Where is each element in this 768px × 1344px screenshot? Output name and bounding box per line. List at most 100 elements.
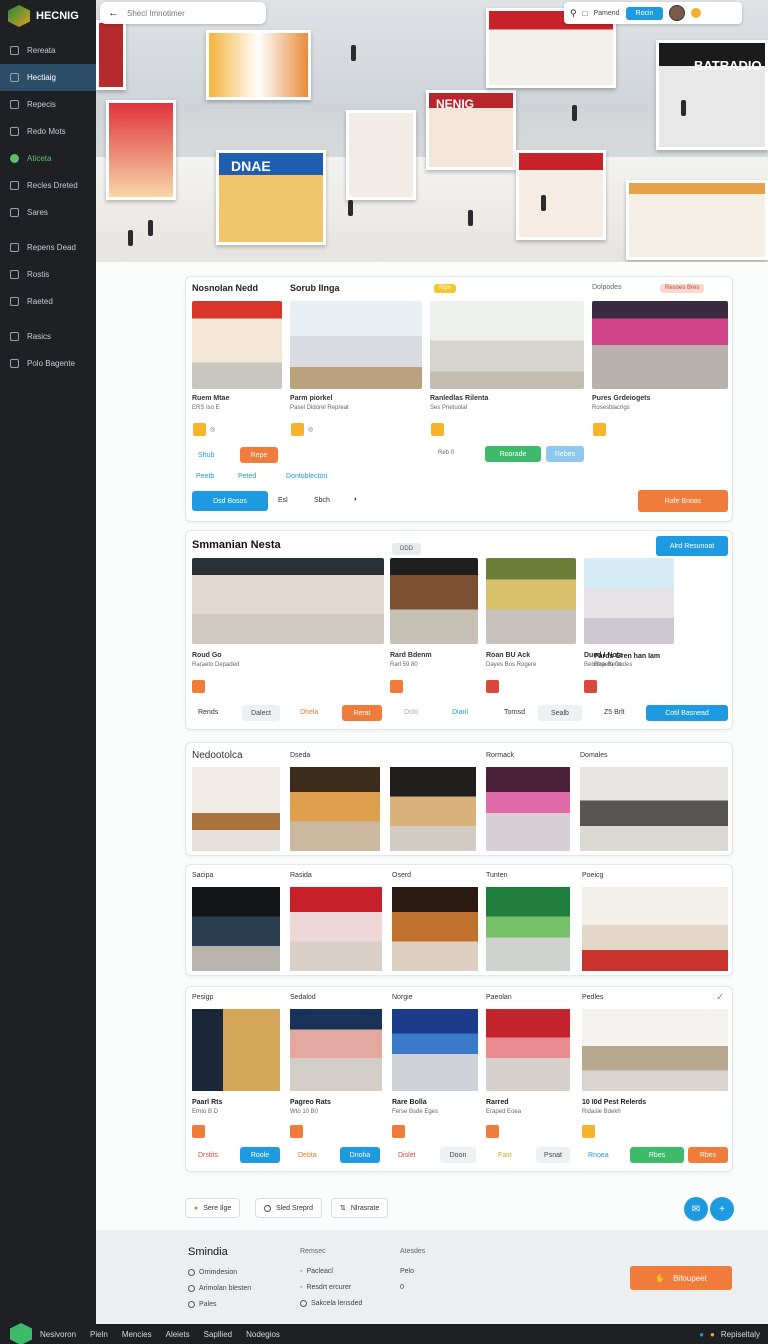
footer-link[interactable]: Pales <box>188 1296 251 1312</box>
row-action[interactable]: Z5 Brlt <box>604 709 625 716</box>
sidebar-item-4[interactable]: Aticeta <box>0 145 96 172</box>
filter-link[interactable]: Dontoblecton <box>286 473 327 480</box>
row-action[interactable]: Dianl <box>452 709 468 716</box>
gallery-thumbnail[interactable] <box>290 887 382 971</box>
card-action-button[interactable]: Rebes <box>546 446 584 462</box>
sidebar-item-6[interactable]: Sares <box>0 199 96 226</box>
row-action[interactable]: Dalect <box>242 705 280 721</box>
footer-link[interactable]: Orrimdesion <box>188 1264 251 1280</box>
gallery-thumbnail[interactable] <box>486 767 570 851</box>
filter-link[interactable]: Peetb <box>196 473 214 480</box>
store-card[interactable]: Dued I Nota Bebotse Bene <box>584 558 674 693</box>
featured-card[interactable]: Dolpodes Resoes Bres Pures Grdeiogets Ro… <box>592 281 730 461</box>
bottom-item[interactable]: Nodegios <box>246 1330 280 1339</box>
sidebar-item-1[interactable]: Hectiaig <box>0 64 96 91</box>
warning-icon[interactable]: ● <box>710 1330 715 1339</box>
gallery-thumbnail[interactable] <box>290 1009 382 1091</box>
row-action[interactable]: Doon <box>440 1147 476 1163</box>
row-action[interactable]: Sealb <box>538 705 582 721</box>
footer-link[interactable]: Sakcela lensded <box>300 1295 362 1311</box>
row-action[interactable]: Dhela <box>300 709 318 716</box>
pager-button[interactable]: Sled Sreprd <box>255 1198 322 1218</box>
back-arrow-icon[interactable]: ← <box>108 7 119 19</box>
pager-button[interactable]: ● Sere Ilge <box>185 1198 241 1218</box>
bottom-item[interactable]: Aleiets <box>166 1330 190 1339</box>
row-action[interactable]: Drstits <box>198 1152 218 1159</box>
section2-button[interactable]: Alrd Resunoat <box>656 536 728 556</box>
expand-icon[interactable]: ✓ <box>716 992 724 1003</box>
filter-link[interactable]: Peted <box>238 473 256 480</box>
primary-button[interactable]: Dsd Bosos <box>192 491 268 511</box>
gallery-thumbnail[interactable] <box>192 1009 280 1091</box>
topbar-search-label[interactable]: Pamend <box>593 10 619 17</box>
row-action[interactable]: Rbes <box>688 1147 728 1163</box>
card-action-button[interactable]: Repe <box>240 447 278 463</box>
chat-icon[interactable]: ✉ <box>684 1197 708 1221</box>
sidebar-item-7[interactable]: Repens Dead <box>0 234 96 261</box>
search-icon[interactable]: ⚲ <box>570 8 577 19</box>
row-action[interactable]: Debta <box>298 1152 317 1159</box>
featured-card[interactable]: Sorub Ilnga Parm piorkel Pasel Didorel R… <box>290 281 424 461</box>
settings-link[interactable]: Sbch <box>314 497 330 504</box>
gallery-thumbnail[interactable] <box>582 887 728 971</box>
sidebar-item-5[interactable]: Recles Dreted <box>0 172 96 199</box>
gallery-thumbnail[interactable] <box>290 767 380 851</box>
sidebar-item-0[interactable]: Rereata <box>0 37 96 64</box>
gallery-thumbnail[interactable] <box>192 887 280 971</box>
row-action[interactable]: Cotil Basnead <box>646 705 728 721</box>
row-action[interactable]: Roole <box>240 1147 280 1163</box>
footer-link[interactable]: 0 <box>400 1279 425 1295</box>
card-action-button[interactable]: Roorade <box>485 446 541 462</box>
store-card[interactable]: Roud Go Raraeto Depaded <box>192 558 384 693</box>
gallery-thumbnail[interactable] <box>192 767 280 851</box>
footer-link[interactable]: ◦ Pacleacl <box>300 1263 362 1279</box>
store-card[interactable]: Roan BU Ack Dayes Bos Rogere <box>486 558 576 693</box>
footer-link[interactable]: Pelo <box>400 1263 425 1279</box>
add-icon[interactable]: + <box>710 1197 734 1221</box>
footer-link[interactable]: ◦ Resdrt ercurer <box>300 1279 362 1295</box>
gallery-thumbnail[interactable] <box>390 767 476 851</box>
row-action[interactable]: Dolo <box>404 709 418 716</box>
featured-card[interactable]: Ripe Ranledlas Rilenta Ses Pnetuolal Reb… <box>430 281 586 462</box>
row-action[interactable]: Rerat <box>342 705 382 721</box>
app-logo[interactable]: HECNIG <box>0 0 96 32</box>
row-action[interactable]: Rnoea <box>588 1152 609 1159</box>
sidebar-item-9[interactable]: Raeted <box>0 288 96 315</box>
card-link-button[interactable]: Shub <box>192 447 220 463</box>
avatar[interactable] <box>669 5 686 21</box>
gallery-thumbnail[interactable] <box>486 1009 570 1091</box>
footer-cta-button[interactable]: ✋ Bifoupeet <box>630 1266 732 1290</box>
sidebar-item-10[interactable]: Rasics <box>0 323 96 350</box>
row-action[interactable]: Rbes <box>630 1147 684 1163</box>
bottom-item[interactable]: Pieln <box>90 1330 108 1339</box>
featured-card[interactable]: Nosnolan Nedd Ruem Mtae ERS Iso E ◎ Shub… <box>192 281 284 463</box>
sidebar-item-11[interactable]: Polo Bagente <box>0 350 96 377</box>
footer-link[interactable]: Arimolan blesten <box>188 1280 251 1296</box>
sidebar-item-3[interactable]: Redo Mots <box>0 118 96 145</box>
row-action[interactable]: Dislet <box>398 1152 416 1159</box>
store-card[interactable]: Rard Bdenm Rarl 59 80 <box>390 558 478 693</box>
search-bar[interactable]: ← <box>100 2 266 24</box>
row-action[interactable]: Rends <box>198 709 218 716</box>
sidebar-item-8[interactable]: Rostis <box>0 261 96 288</box>
gallery-thumbnail[interactable] <box>486 887 570 971</box>
row-action[interactable]: Dnoha <box>340 1147 380 1163</box>
row-action[interactable]: Psnat <box>536 1147 570 1163</box>
pager-button[interactable]: ⇅ Nlrasrate <box>331 1198 389 1218</box>
gallery-thumbnail[interactable] <box>392 1009 478 1091</box>
bottom-item[interactable]: Mencies <box>122 1330 152 1339</box>
cta-button[interactable]: Rafe Bnoas <box>638 490 728 512</box>
row-action[interactable]: Tornsd <box>504 709 525 716</box>
info-icon[interactable]: ◐ <box>354 496 358 503</box>
search-input[interactable] <box>127 8 247 18</box>
gallery-thumbnail[interactable] <box>392 887 478 971</box>
edit-link[interactable]: Esl <box>278 497 288 504</box>
bottom-item[interactable]: Sapllied <box>204 1330 232 1339</box>
status-icon[interactable]: ● <box>699 1330 704 1339</box>
bottom-item[interactable]: Nesivoron <box>40 1330 76 1339</box>
gallery-thumbnail[interactable] <box>580 767 728 851</box>
gallery-thumbnail[interactable] <box>582 1009 728 1091</box>
row-action[interactable]: Falo <box>498 1152 512 1159</box>
topbar-button[interactable]: Rocin <box>625 6 664 20</box>
sidebar-item-2[interactable]: Repecis <box>0 91 96 118</box>
